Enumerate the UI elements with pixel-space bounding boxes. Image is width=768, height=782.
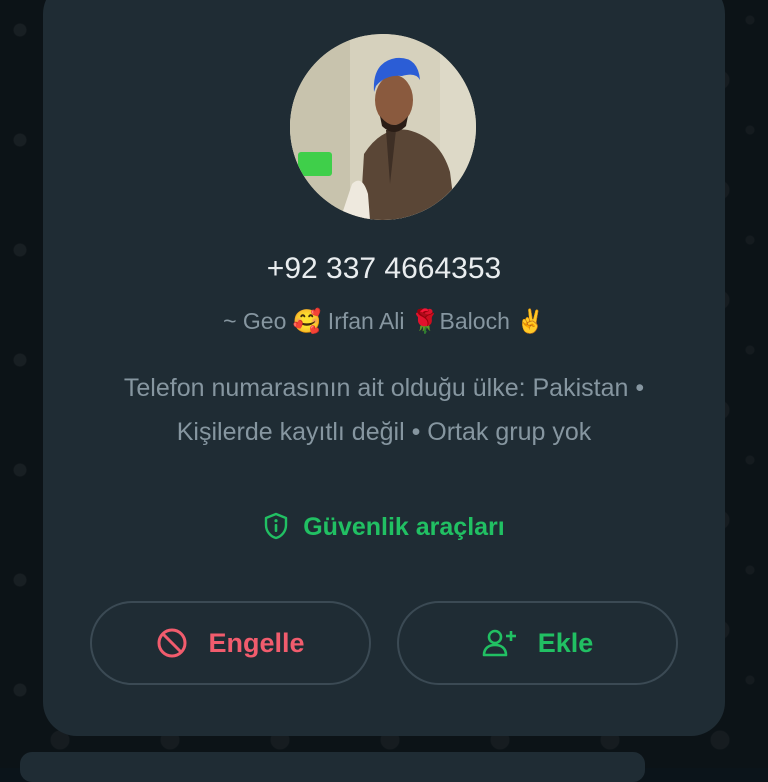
block-button[interactable]: Engelle [90, 601, 371, 685]
block-button-label: Engelle [208, 627, 305, 658]
contact-phone-number: +92 337 4664353 [266, 252, 502, 285]
security-tools-label: Güvenlik araçları [303, 513, 505, 541]
add-contact-button-label: Ekle [537, 627, 594, 658]
block-icon [156, 627, 188, 659]
shield-info-icon [263, 512, 289, 547]
contact-push-name: ~ Geo 🥰 Irfan Ali 🌹Baloch ✌️ [223, 308, 545, 334]
add-contact-button[interactable]: Ekle [397, 601, 678, 685]
contact-avatar[interactable] [290, 34, 476, 220]
security-tools-link[interactable]: Güvenlik araçları [0, 512, 768, 547]
avatar-photo [290, 34, 476, 220]
person-add-icon [482, 628, 518, 658]
chat-bottom-bar [20, 752, 645, 782]
contact-info-text: Telefon numarasının ait olduğu ülke: Pak… [123, 374, 645, 446]
